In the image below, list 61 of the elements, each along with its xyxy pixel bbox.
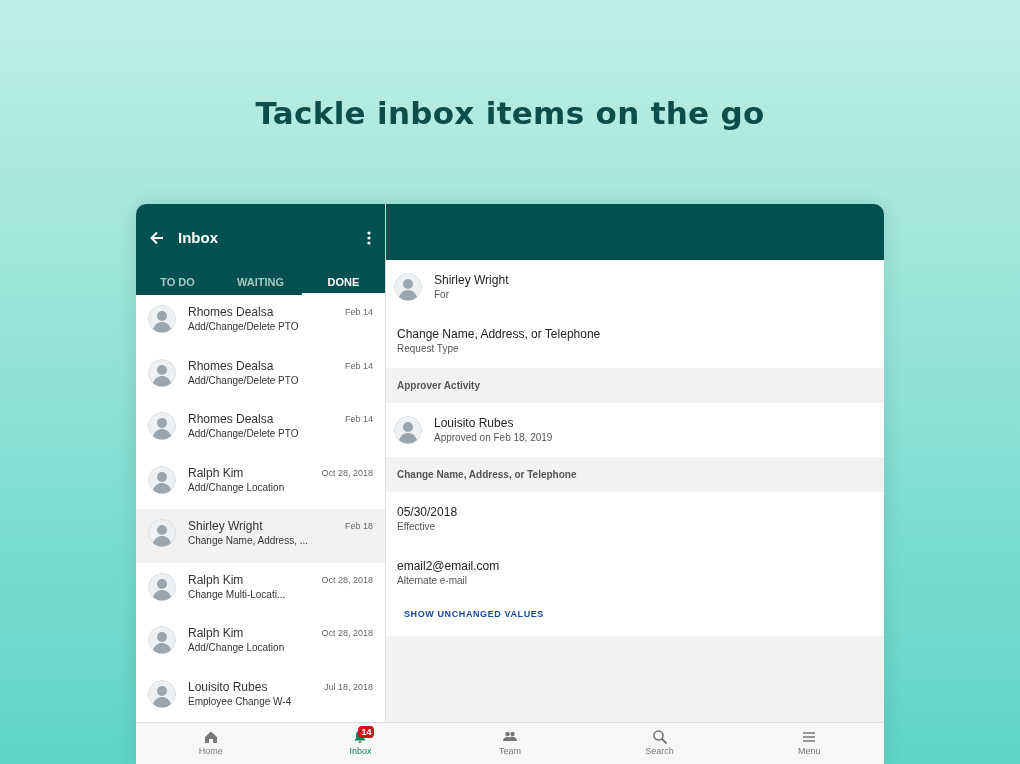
avatar-icon <box>394 273 422 301</box>
item-date: Feb 18 <box>344 520 373 533</box>
more-options-icon[interactable] <box>367 231 371 245</box>
avatar-icon <box>148 465 176 494</box>
item-date: Oct 28, 2018 <box>321 466 373 480</box>
field-value: email2@email.com <box>397 558 501 574</box>
sender-name: Ralph Kim <box>188 626 245 641</box>
inbox-item[interactable]: Shirley Wright Change Name, Address, ... Feb 18 <box>136 509 385 563</box>
nav-tab[interactable]: Team <box>435 723 585 764</box>
tab[interactable]: WAITING <box>219 272 302 295</box>
item-date: Feb 14 <box>344 413 373 426</box>
sender-name: Ralph Kim <box>188 572 245 588</box>
sender-name: Rhomes Dealsa <box>188 305 275 320</box>
avatar-icon <box>148 305 176 333</box>
sender-name: Shirley Wright <box>188 519 264 534</box>
back-arrow-icon[interactable] <box>150 231 164 245</box>
section-header: Approver Activity <box>386 368 884 403</box>
avatar-icon <box>148 519 176 547</box>
person-caption: Approved on Feb 18, 2019 <box>434 430 554 445</box>
person-caption: For <box>434 287 450 302</box>
nav-tab[interactable]: Inbox 14 <box>285 723 436 764</box>
item-subject: Add/Change Location <box>188 641 286 655</box>
count-badge: 14 <box>358 726 375 738</box>
item-subject: Add/Change/Delete PTO <box>188 320 300 334</box>
avatar-icon <box>148 412 176 440</box>
field-label: Request Type <box>397 341 460 356</box>
sender-name: Rhomes Dealsa <box>188 358 275 374</box>
inbox-title: Inbox <box>178 227 219 248</box>
person-name: Shirley Wright <box>434 272 510 288</box>
tab[interactable]: TO DO <box>136 272 219 295</box>
field-value: 05/30/2018 <box>397 504 459 520</box>
nav-tab[interactable]: Search <box>584 723 735 764</box>
headline: Tackle inbox items on the go <box>254 94 766 133</box>
section-header: Change Name, Address, or Telephone <box>386 457 884 492</box>
field-label: Alternate e-mail <box>397 573 469 588</box>
sender-name: Ralph Kim <box>188 465 245 481</box>
item-subject: Add/Change/Delete PTO <box>188 373 300 388</box>
field-value: Change Name, Address, or Telephone <box>397 326 602 342</box>
person-name: Louisito Rubes <box>434 415 515 431</box>
field-label: Effective <box>397 519 437 534</box>
item-date: Feb 14 <box>344 359 373 373</box>
show-unchanged-link[interactable]: SHOW UNCHANGED VALUES <box>404 608 544 622</box>
item-date: Oct 28, 2018 <box>321 627 373 640</box>
sender-name: Louisito Rubes <box>188 679 269 695</box>
avatar-icon <box>394 416 422 444</box>
item-date: Feb 14 <box>344 306 373 319</box>
item-subject: Add/Change/Delete PTO <box>188 427 300 441</box>
sender-name: Rhomes Dealsa <box>188 412 275 427</box>
avatar-icon <box>148 572 176 601</box>
item-subject: Add/Change Location <box>188 480 286 495</box>
item-date: Oct 28, 2018 <box>321 573 373 587</box>
item-subject: Change Name, Address, ... <box>188 534 310 548</box>
item-subject: Employee Change W-4 <box>188 694 293 709</box>
nav-tab[interactable]: Home <box>136 723 286 764</box>
search-icon <box>651 728 668 745</box>
avatar-icon <box>148 358 176 387</box>
avatar-icon <box>148 679 176 708</box>
item-date: Jul 18, 2018 <box>323 680 373 694</box>
avatar-icon <box>148 626 176 654</box>
item-subject: Change Multi-Locati... <box>188 587 287 602</box>
nav-tab[interactable]: Menu <box>734 723 884 764</box>
